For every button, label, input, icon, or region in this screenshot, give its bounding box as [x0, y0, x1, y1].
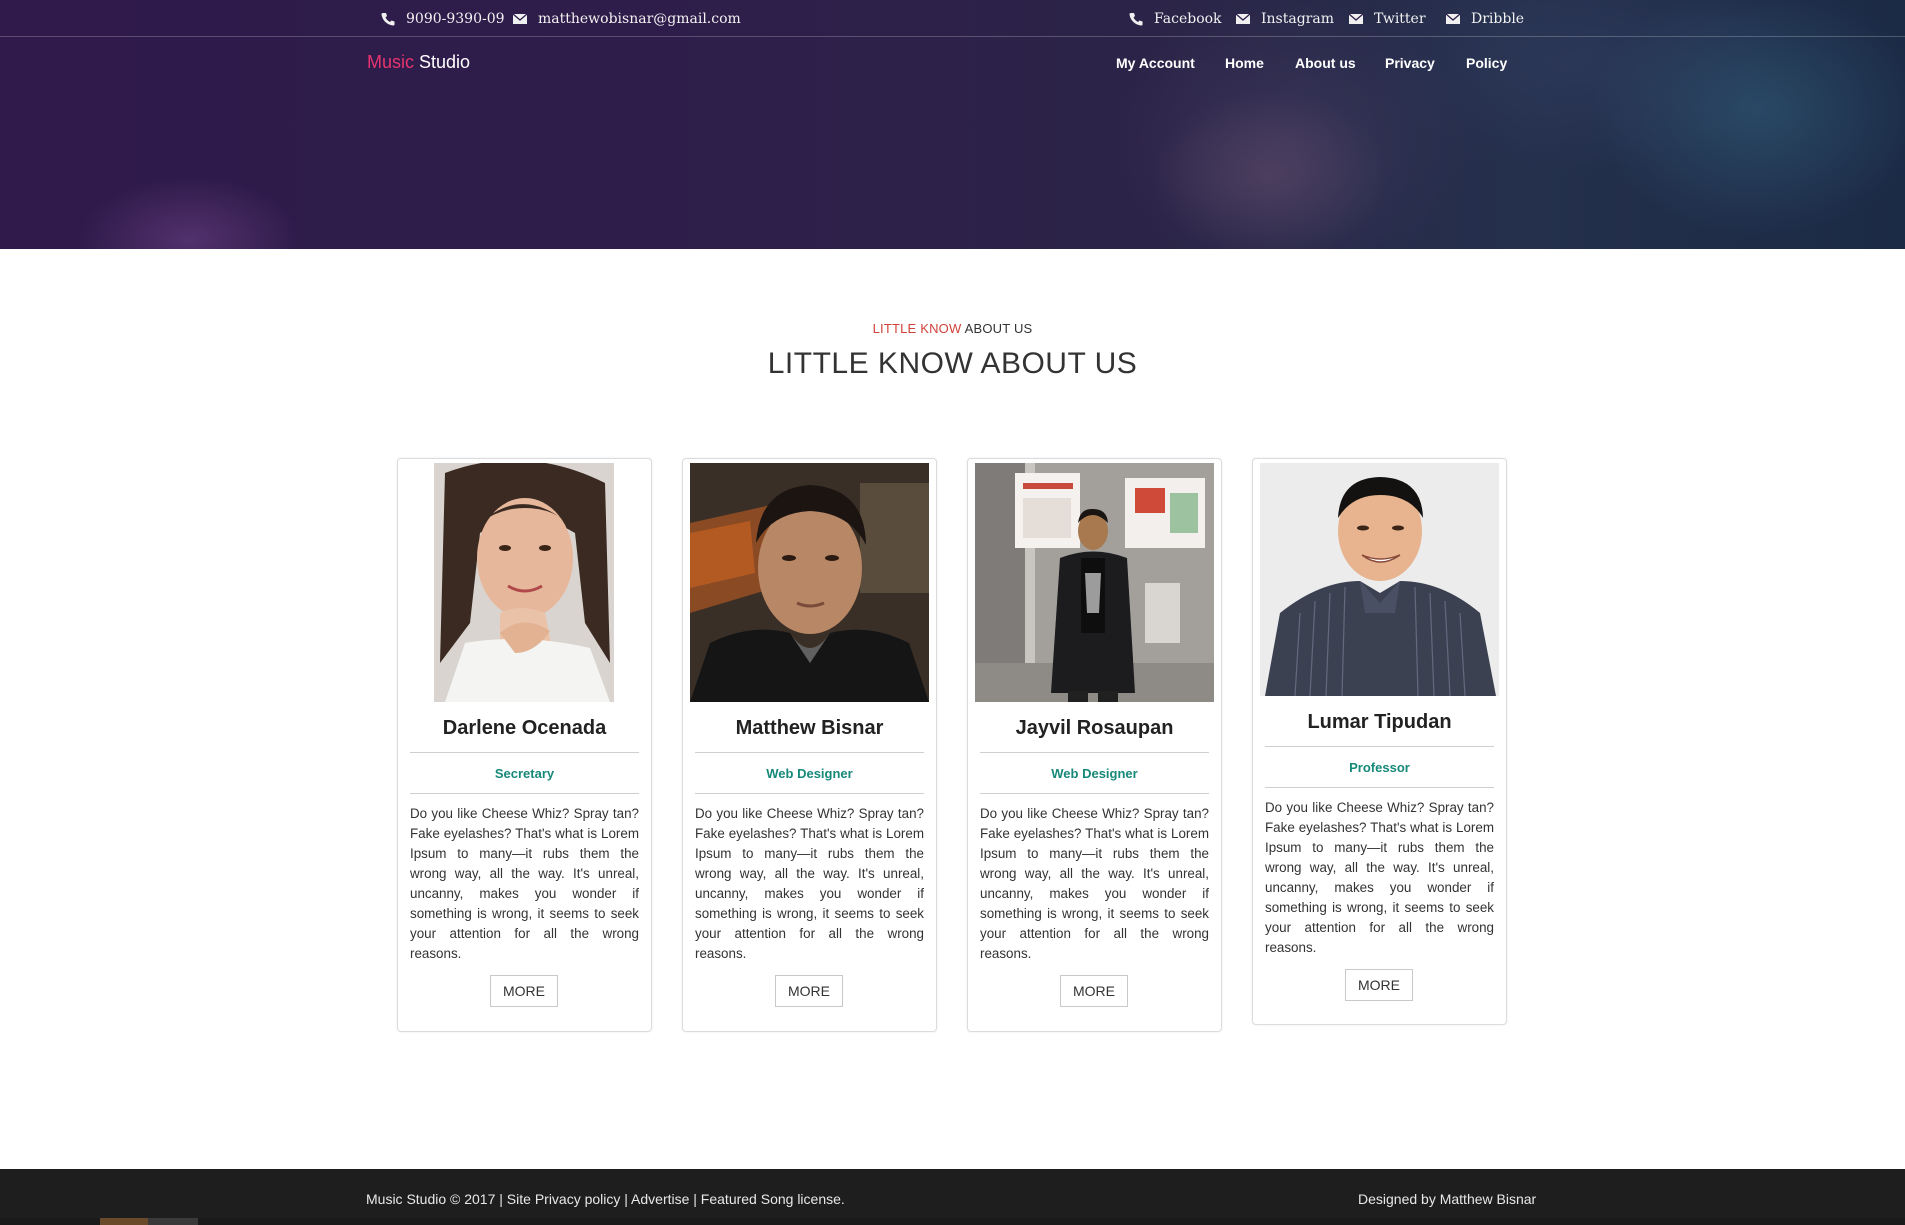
social-twitter[interactable]: Twitter — [1348, 0, 1426, 37]
nav-my-account[interactable]: My Account — [1116, 55, 1195, 71]
footer-credit: Designed by Matthew Bisnar — [1358, 1191, 1537, 1207]
divider — [1265, 746, 1494, 747]
member-photo — [1260, 463, 1499, 696]
mail-icon — [512, 12, 528, 26]
divider — [410, 752, 639, 753]
divider — [980, 752, 1209, 753]
phone-number: 9090-9390-09 — [406, 10, 505, 27]
social-label: Instagram — [1261, 10, 1334, 27]
social-label: Dribble — [1471, 10, 1525, 27]
more-button[interactable]: MORE — [1060, 975, 1128, 1007]
member-role: Secretary — [494, 766, 555, 781]
nav-privacy[interactable]: Privacy — [1385, 55, 1435, 71]
divider — [410, 793, 639, 794]
email-address: matthewobisnar@gmail.com — [538, 10, 741, 27]
footer: Music Studio © 2017 | Site Privacy polic… — [0, 1169, 1905, 1225]
brand-logo[interactable]: Music Studio — [367, 52, 470, 73]
mail-icon — [1445, 12, 1461, 26]
member-photo — [975, 463, 1214, 702]
divider — [980, 793, 1209, 794]
team-card: Lumar Tipudan Professor Do you like Chee… — [1252, 458, 1507, 1025]
social-dribble[interactable]: Dribble — [1445, 0, 1524, 37]
bottom-strip — [0, 1218, 1905, 1225]
phone-contact[interactable]: 9090-9390-09 — [380, 0, 505, 37]
brand-name-accent: Music — [367, 52, 415, 72]
social-label: Twitter — [1374, 10, 1426, 27]
member-description: Do you like Cheese Whiz? Spray tan? Fake… — [410, 806, 639, 961]
top-contact-bar: 9090-9390-09 matthewobisnar@gmail.com Fa… — [0, 0, 1905, 37]
member-name: Lumar Tipudan — [1307, 711, 1452, 733]
phone-icon — [380, 12, 396, 26]
member-name: Darlene Ocenada — [442, 717, 607, 739]
kicker-accent: LITTLE KNOW — [872, 321, 962, 336]
member-name: Jayvil Rosaupan — [1015, 717, 1174, 739]
phone-icon — [1128, 12, 1144, 26]
member-photo — [690, 463, 929, 702]
more-button[interactable]: MORE — [490, 975, 558, 1007]
nav-home[interactable]: Home — [1225, 55, 1264, 71]
member-description: Do you like Cheese Whiz? Spray tan? Fake… — [980, 806, 1209, 961]
social-label: Facebook — [1154, 10, 1222, 27]
member-description: Do you like Cheese Whiz? Spray tan? Fake… — [1265, 800, 1494, 955]
team-card: Darlene Ocenada Secretary Do you like Ch… — [397, 458, 652, 1032]
team-card: Jayvil Rosaupan Web Designer Do you like… — [967, 458, 1222, 1032]
more-button[interactable]: MORE — [775, 975, 843, 1007]
brand-name: Studio — [419, 52, 471, 72]
more-button[interactable]: MORE — [1345, 969, 1413, 1001]
social-facebook[interactable]: Facebook — [1128, 0, 1222, 37]
team-card: Matthew Bisnar Web Designer Do you like … — [682, 458, 937, 1032]
member-name: Matthew Bisnar — [735, 717, 884, 739]
kicker-rest: ABOUT US — [964, 321, 1033, 336]
divider — [695, 793, 924, 794]
social-instagram[interactable]: Instagram — [1235, 0, 1334, 37]
divider — [695, 752, 924, 753]
member-description: Do you like Cheese Whiz? Spray tan? Fake… — [695, 806, 924, 961]
member-photo — [405, 463, 644, 702]
strip-segment — [148, 1218, 198, 1225]
mail-icon — [1235, 12, 1251, 26]
section-title: LITTLE KNOW ABOUT US — [767, 347, 1138, 380]
member-role: Web Designer — [1051, 766, 1138, 781]
section-kicker: LITTLE KNOW ABOUT US — [0, 321, 1905, 336]
hero-banner: 9090-9390-09 matthewobisnar@gmail.com Fa… — [0, 0, 1905, 249]
email-contact[interactable]: matthewobisnar@gmail.com — [512, 0, 741, 37]
strip-segment — [100, 1218, 148, 1225]
nav-about-us[interactable]: About us — [1295, 55, 1356, 71]
mail-icon — [1348, 12, 1364, 26]
member-role: Web Designer — [766, 766, 853, 781]
member-role: Professor — [1349, 760, 1410, 775]
footer-copyright[interactable]: Music Studio © 2017 | Site Privacy polic… — [366, 1191, 845, 1207]
nav-policy[interactable]: Policy — [1466, 55, 1507, 71]
divider — [1265, 787, 1494, 788]
